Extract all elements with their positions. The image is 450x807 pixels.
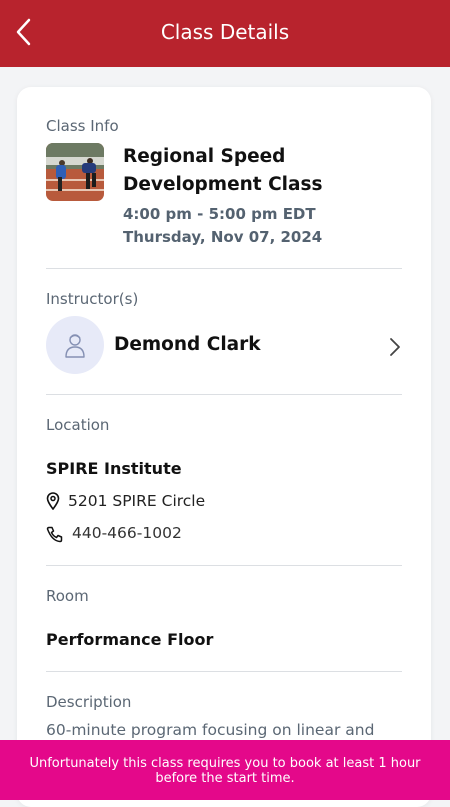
person-icon: [65, 334, 85, 358]
divider: [46, 268, 402, 269]
divider: [46, 565, 402, 566]
map-pin-icon: [46, 492, 60, 510]
description-label: Description: [46, 693, 132, 711]
booking-warning-banner: Unfortunately this class requires you to…: [0, 740, 450, 800]
instructor-avatar[interactable]: [46, 316, 104, 374]
room-name: Performance Floor: [46, 630, 214, 649]
class-title: Regional Speed Development Class: [123, 146, 323, 195]
instructor-name[interactable]: Demond Clark: [114, 334, 261, 355]
app-header: Class Details: [0, 0, 450, 67]
chevron-right-icon: [390, 338, 400, 356]
class-info-label: Class Info: [46, 117, 119, 135]
banner-message: Unfortunately this class requires you to…: [29, 756, 421, 786]
instructor-chevron[interactable]: [388, 337, 402, 361]
class-date: Thursday, Nov 07, 2024: [123, 228, 323, 246]
class-time: 4:00 pm - 5:00 pm EDT: [123, 205, 316, 223]
phone-icon: [46, 526, 63, 543]
room-label: Room: [46, 587, 89, 605]
page-title: Class Details: [160, 20, 290, 44]
description-text: 60-minute program focusing on linear and: [46, 721, 375, 739]
location-address: 5201 SPIRE Circle: [68, 492, 206, 510]
divider: [46, 394, 402, 395]
instructor-label: Instructor(s): [46, 290, 139, 308]
divider: [46, 671, 402, 672]
location-label: Location: [46, 416, 110, 434]
class-details-card: Class Info Regional Speed Development Cl…: [17, 87, 431, 807]
location-name: SPIRE Institute: [46, 459, 182, 478]
location-phone[interactable]: 440-466-1002: [72, 524, 182, 542]
class-thumbnail: [46, 143, 104, 201]
